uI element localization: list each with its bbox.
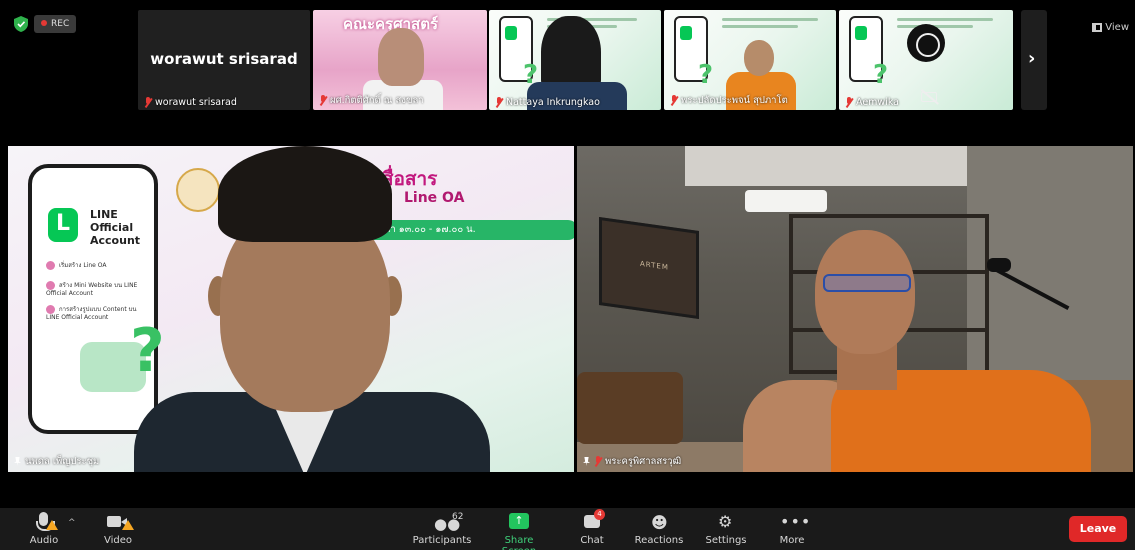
speaker-glasses [823, 274, 911, 292]
phone-graphic: LINE Official Account เริ่มสร้าง Line OA… [28, 164, 158, 434]
video-button[interactable]: Video [98, 512, 138, 546]
participant-video-face [744, 40, 774, 76]
chevron-right-icon: › [1028, 48, 1036, 69]
reactions-label: Reactions [634, 535, 684, 546]
chat-button[interactable]: 4 Chat [572, 509, 612, 546]
muted-mic-icon [594, 456, 602, 467]
muted-mic-icon [495, 97, 503, 108]
participants-icon: ●● 62 [434, 512, 464, 533]
participants-label: Participants [412, 535, 472, 546]
university-crest-icon [176, 168, 220, 212]
participant-name: ผศ.กิตติศักดิ์ ณ สงขลา [319, 93, 424, 108]
line-brand-text: LINE Official Account [90, 208, 141, 247]
air-conditioner [745, 190, 827, 212]
share-screen-icon: ↑ [486, 512, 552, 532]
more-dots-icon: ••• [780, 512, 812, 531]
pin-icon [583, 457, 590, 466]
slide-subtitle: Line OA [404, 190, 465, 206]
audio-options-chevron-icon[interactable]: ^ [68, 518, 76, 528]
view-label: View [1105, 22, 1129, 33]
wall-tv: ARTEM [599, 216, 699, 320]
recording-indicator[interactable]: REC [34, 15, 77, 33]
gear-icon: ⚙ [718, 512, 733, 531]
more-button[interactable]: ••• More [774, 512, 812, 546]
slide-menu-item: เริ่มสร้าง Line OA [46, 260, 106, 270]
microphone-icon [26, 512, 62, 532]
participant-name: พระปลัดประพจน์ สุปภาโต [670, 93, 788, 108]
desk-lamp-head [987, 258, 1011, 272]
muted-mic-icon [144, 97, 152, 108]
record-dot-icon [41, 19, 47, 26]
slide-time-pill: เวลา ๑๓.๐๐ - ๑๗.๐๐ น. [364, 220, 574, 240]
participant-name: Nattaya Inkrungkao [495, 97, 600, 108]
question-mark-graphic: ? [523, 60, 539, 90]
line-logo-icon [680, 26, 692, 40]
next-page-button[interactable]: › [1021, 10, 1047, 110]
settings-label: Settings [705, 535, 747, 546]
question-mark-graphic: ? [873, 60, 889, 90]
speaker-video-left[interactable]: ารสื่อสาร Line OA เวลา ๑๓.๐๐ - ๑๗.๐๐ น. … [8, 146, 574, 472]
chat-unread-badge: 4 [594, 509, 605, 520]
self-display-name: worawut srisarad [150, 50, 298, 68]
reactions-button[interactable]: ☻ Reactions [632, 512, 686, 546]
audio-button[interactable]: Audio [26, 512, 62, 546]
participants-button[interactable]: ●● 62 Participants [412, 512, 472, 546]
line-logo-icon [505, 26, 517, 40]
muted-mic-icon [319, 95, 327, 106]
video-camera-icon [98, 512, 138, 532]
question-mark-graphic: ? [130, 316, 165, 386]
pin-icon [14, 457, 21, 466]
speaker-face [815, 230, 915, 354]
slide-menu-item: สร้าง Mini Website บน LINE Official Acco… [46, 281, 138, 297]
gallery-view-icon [1092, 22, 1103, 32]
speaker-name-label: นพดล เพ็ญประชุม [14, 454, 99, 469]
settings-button[interactable]: ⚙ Settings [704, 512, 748, 546]
participant-tile-self[interactable]: worawut srisarad worawut srisarad [138, 10, 310, 110]
chat-icon: 4 [572, 509, 612, 532]
zoom-meeting-window: REC View worawut srisarad worawut srisar… [0, 0, 1135, 550]
camera-off-icon [921, 92, 937, 102]
speaker-video-right[interactable]: ARTEM พระครูพิศาลสรวุฒิ [577, 146, 1133, 472]
share-label: Share Screen [502, 535, 536, 550]
participants-count: 62 [452, 512, 464, 522]
reactions-smiley-icon: ☻ [651, 513, 668, 532]
meeting-toolbar: Audio ^ Video ●● 62 Participants ↑ Share … [0, 508, 1135, 550]
warning-icon [46, 520, 58, 530]
view-button[interactable]: View [1092, 22, 1129, 33]
question-mark-graphic: ? [698, 60, 714, 90]
warning-icon [122, 520, 134, 530]
participant-name: Aemwika [845, 97, 899, 108]
participant-tile[interactable]: ? พระปลัดประพจน์ สุปภาโต [664, 10, 836, 110]
participant-name: worawut srisarad [144, 97, 237, 108]
slide-text-lines [722, 18, 832, 32]
obs-logo-icon [907, 24, 945, 62]
security-shield-icon[interactable] [14, 16, 28, 32]
participant-tile[interactable]: คณะครุศาสตร์ ผศ.กิตติศักดิ์ ณ สงขลา [313, 10, 487, 110]
share-screen-button[interactable]: ↑ Share Screen [486, 512, 552, 550]
armchair [577, 372, 683, 444]
line-logo-icon [855, 26, 867, 40]
chat-label: Chat [580, 535, 604, 546]
video-label: Video [103, 535, 133, 546]
participant-tile[interactable]: ? Nattaya Inkrungkao [489, 10, 661, 110]
speaker-hair [218, 146, 392, 242]
speaker-name-label: พระครูพิศาลสรวุฒิ [583, 454, 681, 469]
line-logo-icon [48, 208, 78, 242]
room-ceiling [685, 146, 985, 186]
rec-label: REC [51, 19, 70, 29]
muted-mic-icon [670, 95, 678, 106]
leave-button[interactable]: Leave [1069, 516, 1127, 542]
participant-tile[interactable]: ? Aemwika [839, 10, 1013, 110]
audio-label: Audio [29, 535, 59, 546]
participant-video-face [378, 28, 424, 86]
muted-mic-icon [845, 97, 853, 108]
more-label: More [779, 535, 805, 546]
